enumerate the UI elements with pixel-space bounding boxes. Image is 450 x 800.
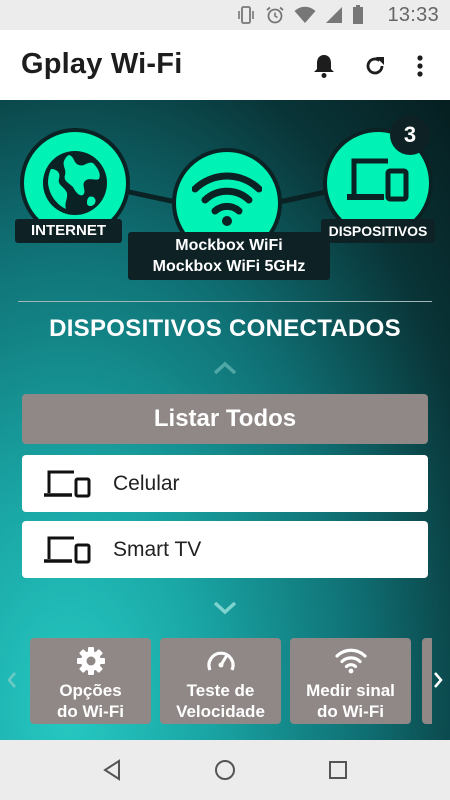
device-label: Smart TV <box>113 538 202 561</box>
app-bar: Gplay Wi-Fi <box>0 30 450 100</box>
tile-label: Opções do Wi-Fi <box>30 680 151 722</box>
devices-icon <box>44 470 91 498</box>
battery-icon <box>353 5 363 24</box>
devices-icon <box>347 158 409 202</box>
gear-icon <box>76 647 105 675</box>
device-item-celular[interactable]: Celular <box>22 455 428 512</box>
vibrate-icon <box>238 6 254 24</box>
back-icon[interactable] <box>100 758 124 782</box>
wifi-large-icon <box>192 172 262 226</box>
chevron-right-icon[interactable] <box>431 670 445 690</box>
devices-icon <box>44 536 91 564</box>
chevron-down-icon[interactable] <box>212 600 238 616</box>
more-options-button[interactable] <box>406 52 434 80</box>
tile-label: Teste de Velocidade <box>160 680 281 722</box>
status-bar: 13:33 <box>0 0 450 30</box>
section-title: DISPOSITIVOS CONECTADOS <box>49 315 401 342</box>
wifi-name-5g: Mockbox WiFi 5GHz <box>152 258 306 275</box>
wifi-icon <box>334 648 367 674</box>
globe-icon <box>43 151 107 215</box>
wifi-name-2g: Mockbox WiFi <box>175 237 283 254</box>
tile-label: Medir sinal do Wi-Fi <box>290 680 411 722</box>
speed-test-button[interactable]: Teste de Velocidade <box>160 638 281 724</box>
speedometer-icon <box>206 651 235 671</box>
chevron-left-icon[interactable] <box>5 670 19 690</box>
list-all-button[interactable]: Listar Todos <box>22 394 428 444</box>
system-nav-bar <box>0 740 450 800</box>
device-label: Celular <box>113 472 180 495</box>
devices-count-badge: 3 <box>390 115 430 155</box>
wifi-networks-label: Mockbox WiFi Mockbox WiFi 5GHz <box>128 232 330 280</box>
device-item-smart-tv[interactable]: Smart TV <box>22 521 428 578</box>
cell-signal-icon <box>326 7 342 23</box>
home-icon[interactable] <box>213 758 237 782</box>
notifications-button[interactable] <box>310 52 338 80</box>
refresh-button[interactable] <box>361 52 389 80</box>
tile-label-line1: Teste de <box>186 681 255 700</box>
main-content: INTERNET Mockbox WiFi Mockbox WiFi 5GHz … <box>0 100 450 740</box>
tile-label-line1: Medir sinal <box>306 681 395 700</box>
chevron-up-icon[interactable] <box>212 360 238 376</box>
divider <box>18 301 432 302</box>
tile-label-line2: do Wi-Fi <box>57 702 124 721</box>
recents-icon[interactable] <box>326 758 350 782</box>
bell-icon <box>314 55 334 78</box>
refresh-icon <box>366 57 384 75</box>
status-time: 13:33 <box>387 4 439 26</box>
more-vert-icon <box>417 55 423 77</box>
wifi-icon <box>294 6 316 23</box>
wifi-options-button[interactable]: Opções do Wi-Fi <box>30 638 151 724</box>
alarm-icon <box>266 6 284 24</box>
devices-label: DISPOSITIVOS <box>321 219 435 243</box>
tile-label-line2: Velocidade <box>176 702 265 721</box>
internet-label: INTERNET <box>15 219 122 243</box>
measure-signal-button[interactable]: Medir sinal do Wi-Fi <box>290 638 411 724</box>
tile-label-line2: do Wi-Fi <box>317 702 384 721</box>
status-icons <box>236 5 364 24</box>
app-title: Gplay Wi-Fi <box>21 48 183 80</box>
tile-label-line1: Opções <box>59 681 122 700</box>
